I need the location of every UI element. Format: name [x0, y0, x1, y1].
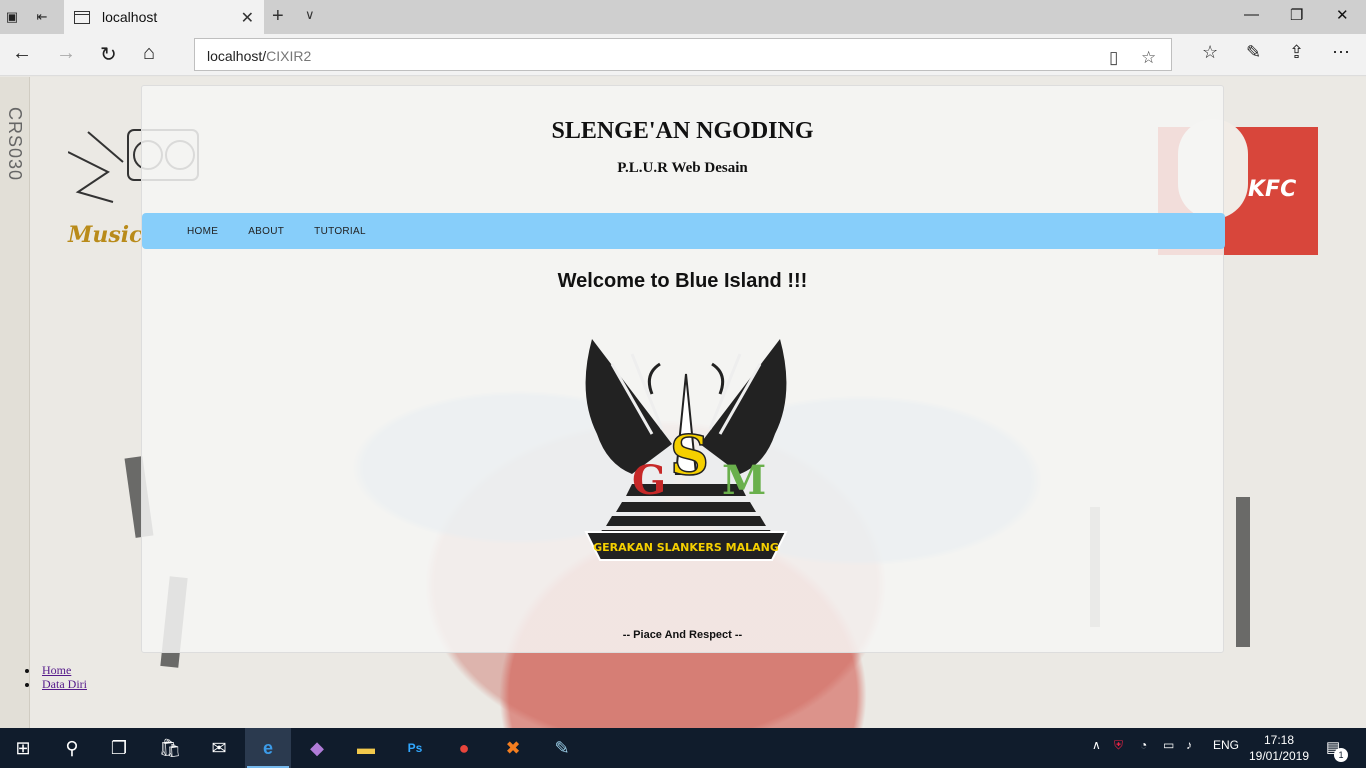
gsm-logo-image: G S M GERAKAN SLANKERS MALANG: [572, 334, 800, 562]
restore-icon[interactable]: ❐: [1290, 6, 1303, 24]
xampp-icon[interactable]: ✖: [490, 728, 536, 768]
volume-icon[interactable]: ♪: [1186, 738, 1192, 752]
refresh-icon[interactable]: ↻: [100, 42, 117, 67]
share-icon[interactable]: ⇪: [1289, 42, 1304, 63]
start-windows-icon[interactable]: ⊞: [0, 728, 46, 768]
clock[interactable]: 17:18 19/01/2019: [1246, 732, 1312, 764]
motto-text: -- Piace And Respect --: [622, 629, 743, 641]
task-view-icon[interactable]: ❐: [96, 728, 142, 768]
clock-time: 17:18: [1263, 733, 1295, 747]
list-item: Data Diri: [25, 677, 87, 691]
tab-bar: ▣ ⇤ localhost ✕ + ∨ — ❐ ✕: [0, 0, 1366, 34]
visual-studio-icon[interactable]: ◆: [294, 728, 340, 768]
forward-icon[interactable]: →: [56, 42, 76, 65]
mail-icon[interactable]: ✉: [196, 728, 242, 768]
file-explorer-icon[interactable]: ▬: [343, 728, 389, 768]
favorite-star-icon[interactable]: ☆: [1141, 48, 1156, 68]
page-icon: [74, 10, 90, 24]
security-shield-icon[interactable]: ⛨: [1114, 738, 1123, 753]
menu-home[interactable]: HOME: [187, 226, 218, 237]
battery-icon[interactable]: ▭: [1163, 738, 1174, 752]
welcome-heading: Welcome to Blue Island !!!: [557, 270, 808, 292]
link-home[interactable]: Home: [42, 663, 71, 677]
favorites-hub-icon[interactable]: ☆: [1202, 42, 1218, 63]
notification-count-badge: 1: [1334, 748, 1348, 762]
chrome-icon[interactable]: ●: [441, 728, 487, 768]
menu-about[interactable]: ABOUT: [248, 226, 284, 237]
set-aside-tabs-icon[interactable]: ⇤: [30, 0, 54, 34]
footer-link-list: Home Data Diri: [25, 663, 87, 691]
list-item: Home: [25, 663, 87, 677]
site-subtitle: P.L.U.R Web Desain: [617, 160, 748, 176]
side-code-text: CRS030: [5, 107, 25, 182]
windows-taskbar: ⊞ ⚲ ❐ 🛍 ✉ e ◆ ▬ Ps ● ✖ ✎ ∧ ⛨ ◔ ▭ ♪ ENG 1…: [0, 728, 1366, 768]
new-tab-icon[interactable]: +: [272, 5, 284, 28]
tab-actions-icon[interactable]: ▣: [0, 0, 24, 34]
tab-preview-chevron-icon[interactable]: ∨: [305, 7, 315, 23]
paint-icon[interactable]: ✎: [539, 728, 585, 768]
menu-tutorial[interactable]: TUTORIAL: [314, 226, 366, 237]
back-icon[interactable]: ←: [12, 42, 32, 65]
tab-title: localhost: [102, 9, 158, 25]
show-hidden-icons-chevron-icon[interactable]: ∧: [1092, 738, 1101, 752]
address-host: localhost/: [207, 48, 267, 64]
network-icon[interactable]: ◔: [1140, 738, 1147, 752]
logo-banner-text: GERAKAN SLANKERS MALANG: [593, 541, 779, 554]
brush-stroke: [1236, 497, 1250, 647]
kfc-sign-text: KFC: [1248, 177, 1297, 202]
background-left-strip: CRS030: [0, 77, 30, 728]
clock-date: 19/01/2019: [1248, 749, 1310, 763]
more-menu-icon[interactable]: ⋯: [1332, 42, 1350, 63]
link-data-diri[interactable]: Data Diri: [42, 677, 87, 691]
address-bar[interactable]: localhost/CIXIR2 ▯ ☆: [194, 38, 1172, 71]
logo-letter-m: M: [722, 457, 766, 504]
web-note-icon[interactable]: ✎: [1246, 42, 1261, 63]
close-window-icon[interactable]: ✕: [1336, 6, 1349, 24]
home-icon[interactable]: ⌂: [143, 42, 155, 65]
logo-letter-g: G: [632, 457, 666, 504]
content-panel: SLENGE'AN NGODING P.L.U.R Web Desain HOM…: [141, 85, 1225, 653]
input-language[interactable]: ENG: [1213, 738, 1239, 752]
tab-localhost[interactable]: localhost ✕: [64, 0, 264, 34]
kfc-music-logo-text: Music: [68, 222, 143, 248]
store-icon[interactable]: 🛍: [147, 728, 193, 768]
close-tab-icon[interactable]: ✕: [241, 8, 254, 28]
site-title: SLENGE'AN NGODING: [551, 118, 814, 144]
minimize-icon[interactable]: —: [1244, 6, 1259, 23]
main-menu: HOME ABOUT TUTORIAL: [142, 213, 1225, 249]
photoshop-icon[interactable]: Ps: [392, 728, 438, 768]
page-viewport: CRS030 Music KFC SLENGE'AN NGODING P.L.U…: [0, 77, 1366, 728]
logo-letter-s: S: [670, 423, 709, 487]
navigation-bar: ← → ↻ ⌂ localhost/CIXIR2 ▯ ☆ ☆ ✎ ⇪ ⋯: [0, 34, 1366, 76]
address-path: CIXIR2: [266, 48, 312, 64]
search-icon[interactable]: ⚲: [49, 728, 95, 768]
reading-view-icon[interactable]: ▯: [1109, 48, 1118, 68]
edge-icon[interactable]: e: [245, 728, 291, 768]
